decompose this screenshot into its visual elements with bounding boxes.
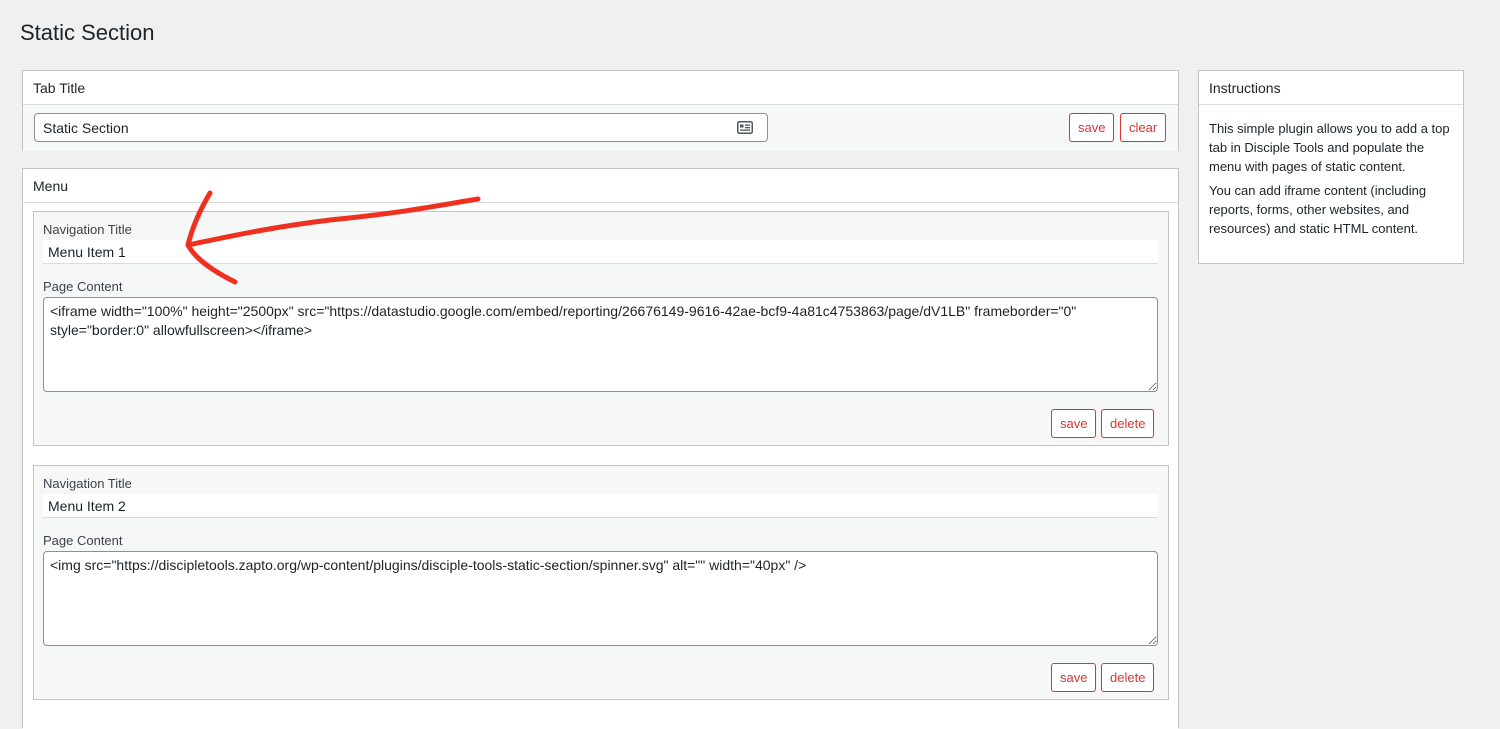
- menu-panel: Menu Navigation Title Page Content <ifra…: [22, 168, 1179, 729]
- instructions-body: This simple plugin allows you to add a t…: [1199, 105, 1463, 257]
- page-content-label: Page Content: [43, 279, 123, 294]
- menu-body: Navigation Title Page Content <iframe wi…: [23, 203, 1178, 729]
- instructions-header: Instructions: [1199, 71, 1463, 105]
- menu-item-save-button[interactable]: save: [1051, 663, 1097, 692]
- tab-title-input[interactable]: [35, 114, 725, 141]
- navigation-title-input[interactable]: [43, 240, 1158, 264]
- tab-title-panel: Tab Title save clear: [22, 70, 1179, 151]
- navigation-title-label: Navigation Title: [43, 476, 132, 491]
- contact-card-icon[interactable]: [737, 121, 753, 134]
- page-content-textarea[interactable]: <img src="https://discipletools.zapto.or…: [43, 551, 1158, 646]
- instructions-panel: Instructions This simple plugin allows y…: [1198, 70, 1464, 264]
- menu-header: Menu: [23, 169, 1178, 203]
- navigation-title-label: Navigation Title: [43, 222, 132, 237]
- menu-item-delete-button[interactable]: delete: [1101, 663, 1155, 692]
- navigation-title-input[interactable]: [43, 494, 1158, 518]
- menu-item-delete-button[interactable]: delete: [1101, 409, 1155, 438]
- tab-title-save-button[interactable]: save: [1069, 113, 1115, 142]
- tab-title-input-wrapper: [34, 113, 768, 142]
- tab-title-body: save clear: [23, 105, 1178, 151]
- page-title: Static Section: [20, 20, 155, 45]
- page-content-textarea[interactable]: <iframe width="100%" height="2500px" src…: [43, 297, 1158, 392]
- tab-title-clear-button[interactable]: clear: [1120, 113, 1167, 142]
- menu-item: Navigation Title Page Content <img src="…: [33, 465, 1169, 700]
- instructions-paragraph: You can add iframe content (including re…: [1209, 183, 1427, 236]
- menu-item-save-button[interactable]: save: [1051, 409, 1097, 438]
- menu-item: Navigation Title Page Content <iframe wi…: [33, 211, 1169, 446]
- tab-title-header: Tab Title: [23, 71, 1178, 105]
- instructions-paragraph: This simple plugin allows you to add a t…: [1209, 121, 1450, 174]
- page-content-label: Page Content: [43, 533, 123, 548]
